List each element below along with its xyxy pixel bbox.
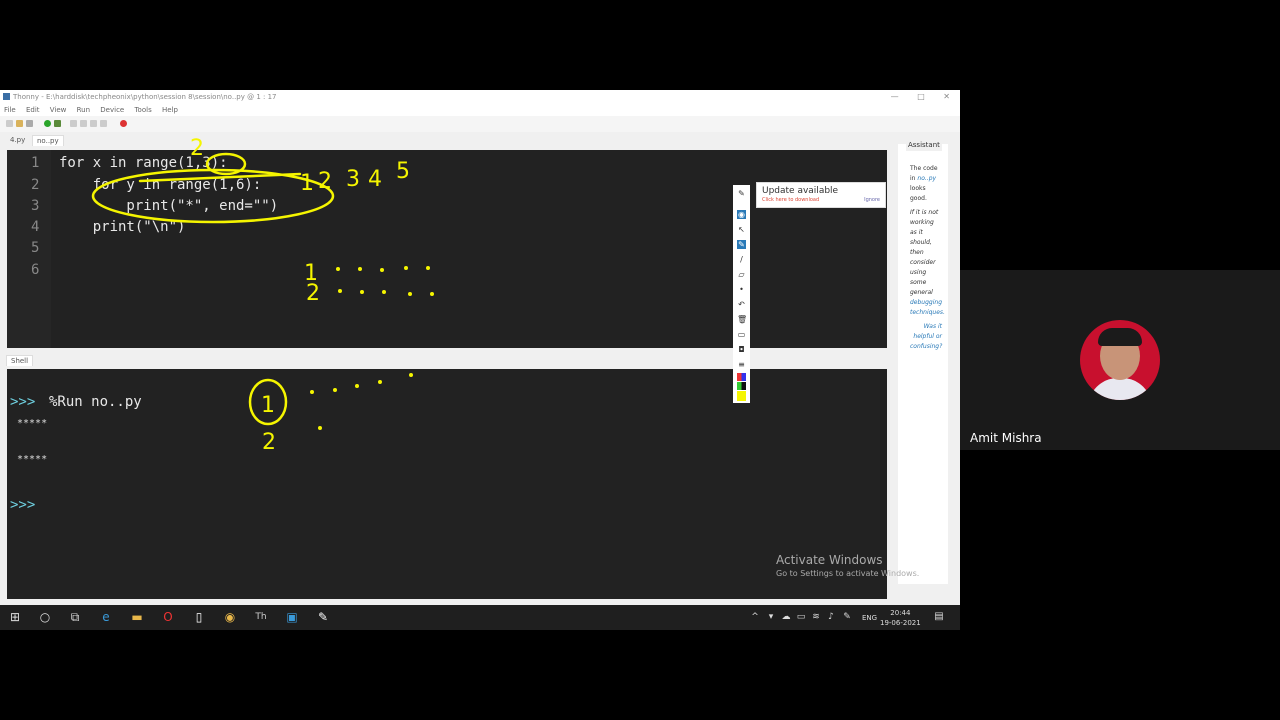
file-explorer-icon[interactable]: ▬ xyxy=(130,610,144,624)
tray-cloud-icon[interactable]: ☁ xyxy=(779,610,793,624)
windows-start-icon[interactable]: ⊞ xyxy=(8,610,22,624)
tray-chevron-icon[interactable]: ^ xyxy=(748,610,762,624)
app-window-icon[interactable]: ▣ xyxy=(285,610,299,624)
ink-dot xyxy=(358,267,362,271)
ink-dot xyxy=(408,292,412,296)
ink-annotations: 2 1 2 3 4 5 1 2 1 2 xyxy=(91,136,434,455)
tray-pen-icon[interactable]: ✎ xyxy=(840,610,854,624)
tray-network-icon[interactable]: ▭ xyxy=(794,610,808,624)
ink-dot xyxy=(333,388,337,392)
avatar-hair xyxy=(1098,328,1142,346)
language-indicator[interactable]: ENG xyxy=(862,614,877,622)
document-icon[interactable]: ▯ xyxy=(192,610,206,624)
ink-number: 3 xyxy=(346,167,360,192)
ink-number: 1 xyxy=(300,171,314,196)
ink-number: 1 xyxy=(261,393,275,418)
ink-underline xyxy=(138,172,302,183)
ink-dot xyxy=(336,267,340,271)
taskbar: ⊞ ○ ⧉ e ▬ O ▯ ◉ Th ▣ ✎ ^ ▾ ☁ ▭ ≋ ♪ ✎ ENG… xyxy=(0,605,960,630)
ink-dot xyxy=(430,292,434,296)
chrome-icon[interactable]: ◉ xyxy=(223,610,237,624)
opera-icon[interactable]: O xyxy=(161,610,175,624)
ink-dot xyxy=(409,373,413,377)
clock-date: 19-06-2021 xyxy=(880,619,921,627)
ink-number: 2 xyxy=(306,281,320,306)
thonny-taskbar-icon[interactable]: Th xyxy=(254,610,268,624)
ink-dot xyxy=(426,266,430,270)
tray-location-icon[interactable]: ▾ xyxy=(764,610,778,624)
tray-wifi-icon[interactable]: ≋ xyxy=(809,610,823,624)
participant-avatar xyxy=(1080,320,1160,400)
ink-dot xyxy=(310,390,314,394)
clock-time: 20:44 xyxy=(890,609,911,617)
ink-number: 2 xyxy=(262,430,276,455)
avatar-shirt xyxy=(1088,378,1152,400)
edge-icon[interactable]: e xyxy=(99,610,113,624)
ink-dot xyxy=(404,266,408,270)
ink-dot xyxy=(360,290,364,294)
search-icon[interactable]: ○ xyxy=(38,610,52,624)
ink-number: 2 xyxy=(190,136,204,161)
ink-number: 5 xyxy=(396,159,410,184)
pen-app-icon[interactable]: ✎ xyxy=(316,610,330,624)
ink-dot xyxy=(380,268,384,272)
participant-video-tile: Amit Mishra xyxy=(960,270,1280,450)
ink-dot xyxy=(382,290,386,294)
task-view-icon[interactable]: ⧉ xyxy=(68,610,82,624)
ink-number: 2 xyxy=(318,169,332,194)
ink-number: 4 xyxy=(368,167,382,192)
ink-dot xyxy=(318,426,322,430)
system-clock[interactable]: 20:44 19-06-2021 xyxy=(880,608,921,628)
participant-name: Amit Mishra xyxy=(970,431,1042,445)
ink-dot xyxy=(338,289,342,293)
tray-volume-icon[interactable]: ♪ xyxy=(824,610,838,624)
ink-dot xyxy=(355,384,359,388)
ink-dot xyxy=(378,380,382,384)
notification-icon[interactable]: ▤ xyxy=(932,610,946,624)
